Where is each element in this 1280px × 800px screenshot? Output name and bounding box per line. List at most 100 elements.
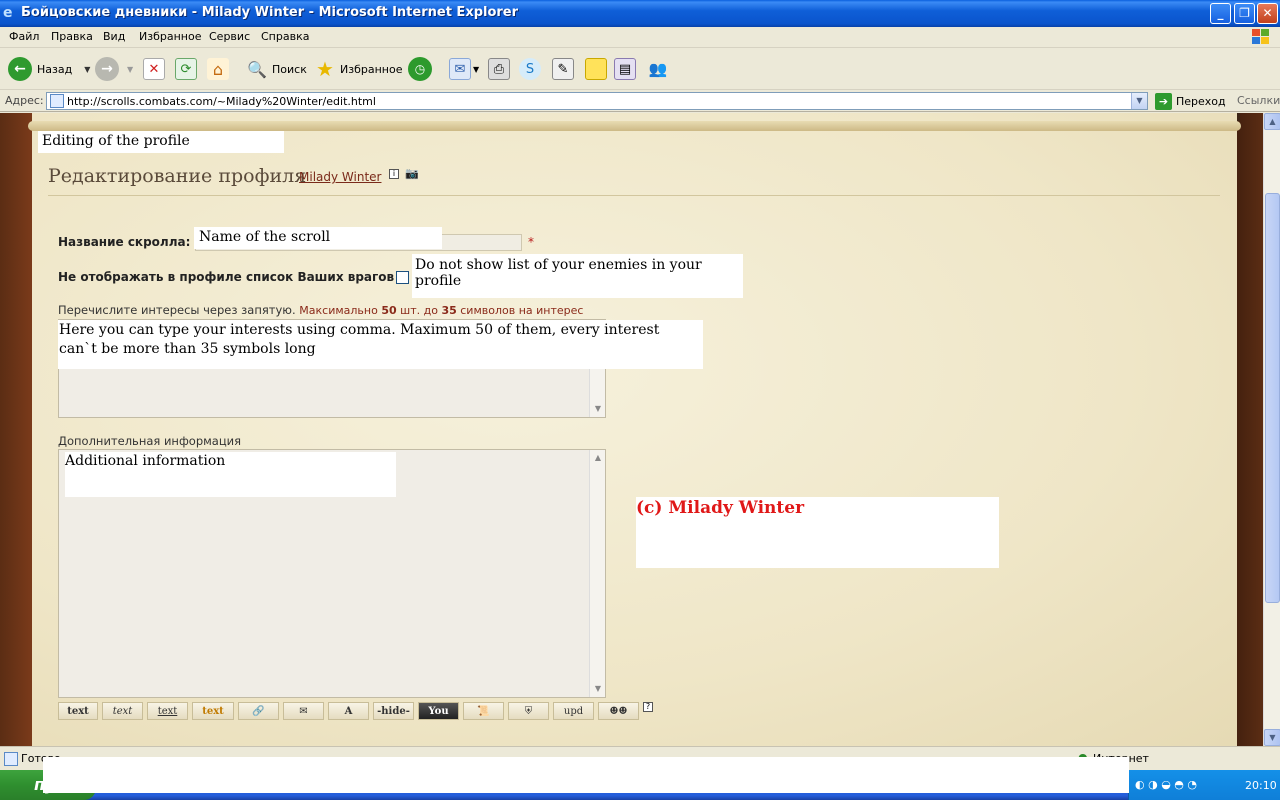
links-label[interactable]: Ссылки xyxy=(1237,94,1280,107)
additional-scrollbar[interactable]: ▲ ▼ xyxy=(589,450,605,697)
windows-logo-icon xyxy=(1252,29,1269,44)
back-dropdown-icon[interactable]: ▼ xyxy=(84,65,90,74)
user-link[interactable]: Milady Winter xyxy=(299,170,381,184)
menu-favorites[interactable]: Избранное xyxy=(139,30,201,43)
note-icon[interactable] xyxy=(585,58,607,80)
window-title: Бойцовские дневники - Milady Winter - Mi… xyxy=(21,5,519,20)
page-viewport: Editing of the profile Редактирование пр… xyxy=(0,113,1263,746)
scroll-thumb[interactable] xyxy=(1265,193,1280,603)
scroll-up-icon[interactable]: ▲ xyxy=(1264,113,1280,130)
interests-hint-b: шт. до xyxy=(400,304,438,317)
caption-scroll-name: Name of the scroll xyxy=(199,229,331,245)
back-label: Назад xyxy=(37,62,73,76)
interests-hint-len: 35 xyxy=(441,304,457,317)
address-input[interactable]: http://scrolls.combats.com/~Milady%20Win… xyxy=(46,92,1148,110)
interests-hint-max: 50 xyxy=(381,304,397,317)
search-button[interactable]: 🔍 Поиск xyxy=(246,56,307,82)
scroll-down-icon[interactable]: ▼ xyxy=(1264,729,1280,746)
scroll-button[interactable]: 📜 xyxy=(463,702,504,720)
search-icon: 🔍 xyxy=(247,59,267,79)
caption-box: Additional information xyxy=(65,452,396,497)
smile-icon: ☻☻ xyxy=(609,705,628,717)
interests-label-text: Перечислите интересы через запятую. xyxy=(58,303,296,317)
menu-file[interactable]: Файл xyxy=(9,30,39,43)
menu-tools[interactable]: Сервис xyxy=(209,30,250,43)
caption-box: Editing of the profile xyxy=(38,131,284,153)
enemies-checkbox[interactable] xyxy=(396,271,409,284)
menu-bar: Файл Правка Вид Избранное Сервис Справка xyxy=(0,27,1280,48)
link-icon: 🔗 xyxy=(252,705,265,717)
ie-icon: e xyxy=(3,5,13,21)
stop-icon[interactable]: ✕ xyxy=(143,58,165,80)
font-button[interactable]: A xyxy=(328,702,369,720)
upd-button[interactable]: upd xyxy=(553,702,594,720)
address-bar: Адрес: http://scrolls.combats.com/~Milad… xyxy=(0,90,1280,112)
mail-dropdown-icon[interactable]: ▼ xyxy=(473,65,479,74)
interests-hint-a: Максимально xyxy=(299,304,378,317)
camera-icon[interactable]: 📷 xyxy=(405,167,419,180)
enemies-label: Не отображать в профиле список Ваших вра… xyxy=(58,270,395,284)
address-url[interactable]: http://scrolls.combats.com/~Milady%20Win… xyxy=(67,95,376,108)
mail-icon[interactable]: ✉ xyxy=(449,58,471,80)
scroll-down-icon[interactable]: ▼ xyxy=(592,403,604,415)
underline-button[interactable]: text xyxy=(147,702,188,720)
scroll-down-icon[interactable]: ▼ xyxy=(592,683,604,695)
minimize-button[interactable]: _ xyxy=(1210,3,1231,24)
info-icon[interactable]: i xyxy=(389,169,399,179)
copyright-text: (c) Milady Winter xyxy=(636,498,805,518)
menu-view[interactable]: Вид xyxy=(103,30,125,43)
maximize-button[interactable]: ❐ xyxy=(1234,3,1255,24)
scroll-icon: 📜 xyxy=(477,705,490,717)
go-arrow-icon: ➔ xyxy=(1155,92,1172,110)
go-button[interactable]: ➔ Переход xyxy=(1155,92,1226,110)
skype-icon[interactable]: S xyxy=(519,58,541,80)
youtube-button[interactable]: You xyxy=(418,702,459,720)
menu-edit[interactable]: Правка xyxy=(51,30,93,43)
caption-box: Here you can type your interests using c… xyxy=(58,320,703,369)
clock: 20:10 xyxy=(1245,779,1277,792)
help-icon[interactable]: ? xyxy=(643,702,653,712)
messenger-icon[interactable]: 👥 xyxy=(647,58,669,80)
caption-additional: Additional information xyxy=(65,453,226,469)
scroll-name-label: Название скролла: xyxy=(58,235,191,249)
back-arrow-icon: ← xyxy=(8,57,32,81)
address-label: Адрес: xyxy=(5,94,44,107)
email-button[interactable]: ✉ xyxy=(283,702,324,720)
go-label: Переход xyxy=(1176,94,1226,108)
italic-button[interactable]: text xyxy=(102,702,143,720)
hide-button[interactable]: -hide- xyxy=(373,702,414,720)
home-icon[interactable]: ⌂ xyxy=(207,58,229,80)
edit-icon[interactable]: ✎ xyxy=(552,58,574,80)
favorites-button[interactable]: ★ Избранное xyxy=(314,56,402,82)
address-dropdown-icon[interactable]: ▼ xyxy=(1131,93,1147,109)
title-bar: e Бойцовские дневники - Milady Winter - … xyxy=(0,0,1280,27)
research-icon[interactable]: ▤ xyxy=(614,58,636,80)
clan-button[interactable]: ⛨ xyxy=(508,702,549,720)
interests-label: Перечислите интересы через запятую. Макс… xyxy=(58,303,583,317)
favorites-label: Избранное xyxy=(340,62,403,76)
back-button[interactable]: ← Назад ▼ xyxy=(8,56,90,82)
toolbar: ← Назад ▼ → ▼ ✕ ⟳ ⌂ 🔍 Поиск ★ Избранное … xyxy=(0,48,1280,90)
overlay-box xyxy=(43,757,1129,793)
forward-arrow-icon: → xyxy=(95,57,119,81)
smiles-button[interactable]: ☻☻ xyxy=(598,702,639,720)
print-icon[interactable]: ⎙ xyxy=(488,58,510,80)
scroll-up-icon[interactable]: ▲ xyxy=(592,452,604,464)
bold-button[interactable]: text xyxy=(58,702,98,720)
forward-button[interactable]: → ▼ xyxy=(95,56,133,82)
tray-icons[interactable]: ◐ ◑ ◒ ◓ ◔ xyxy=(1135,778,1197,791)
caption-box: Name of the scroll xyxy=(194,227,442,249)
page-title: Редактирование профиля xyxy=(48,165,307,187)
required-mark: * xyxy=(528,235,534,249)
caption-interests: Here you can type your interests using c… xyxy=(59,322,660,357)
caption-box: Do not show list of your enemies in your… xyxy=(412,254,743,298)
history-icon[interactable]: ◷ xyxy=(408,57,432,81)
close-button[interactable]: ✕ xyxy=(1257,3,1278,24)
link-button[interactable]: 🔗 xyxy=(238,702,279,720)
page-scrollbar[interactable]: ▲ ▼ xyxy=(1263,113,1280,746)
shield-icon: ⛨ xyxy=(524,705,533,717)
menu-help[interactable]: Справка xyxy=(261,30,309,43)
color-button[interactable]: text xyxy=(192,702,234,720)
page-status-icon xyxy=(4,752,18,766)
refresh-icon[interactable]: ⟳ xyxy=(175,58,197,80)
